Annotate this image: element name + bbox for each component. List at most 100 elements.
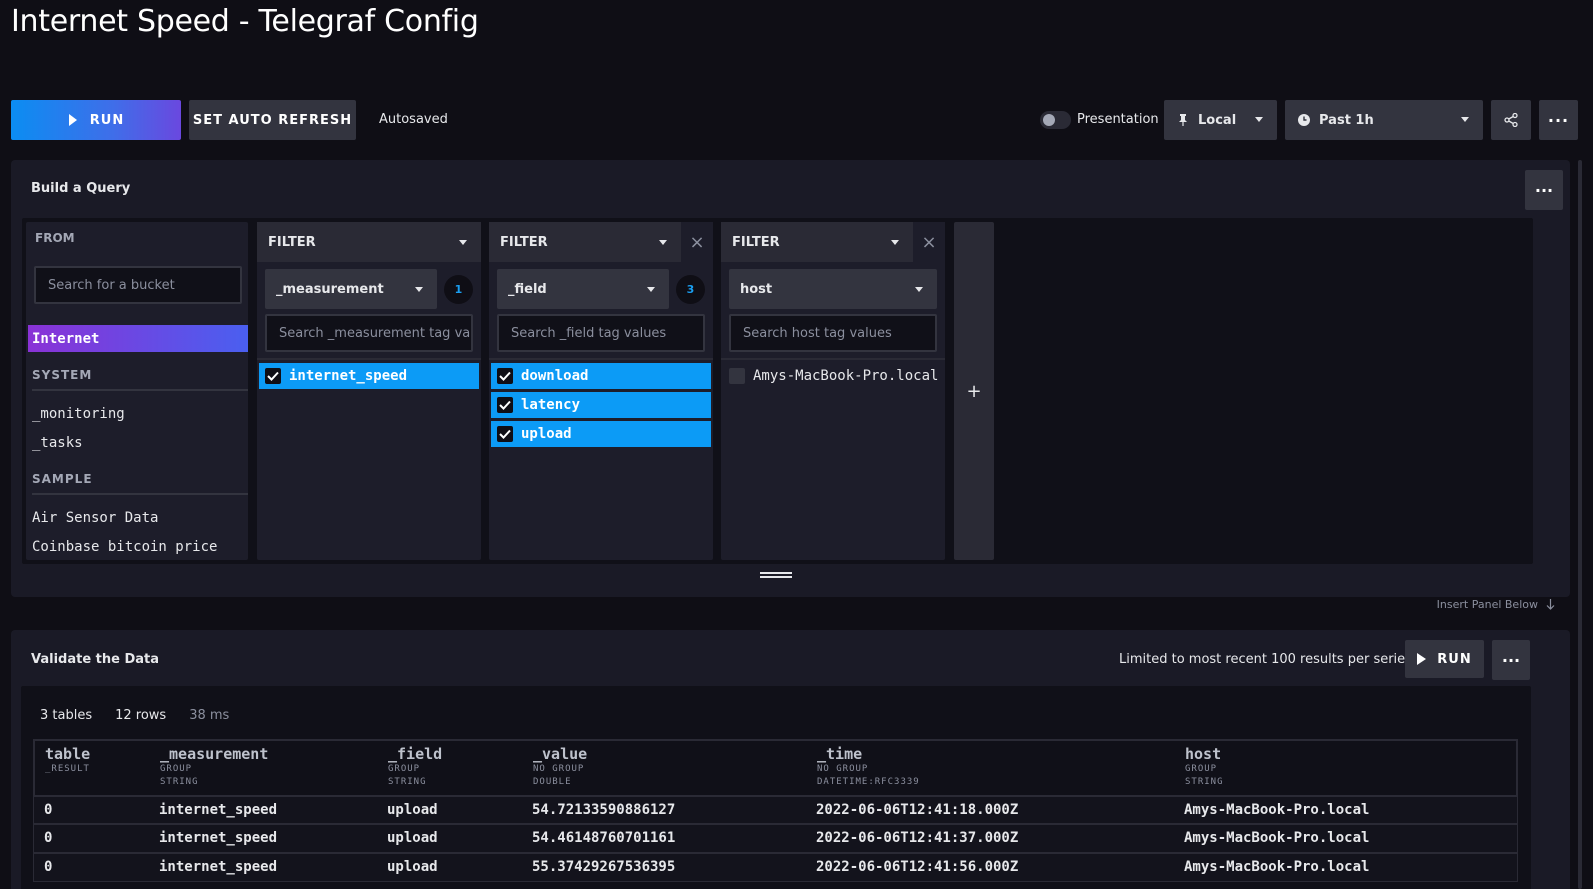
tables-count: 3 tables	[40, 708, 93, 723]
insert-panel-below-button[interactable]: Insert Panel Below	[1437, 598, 1555, 611]
remove-filter-button[interactable]: ×	[913, 222, 945, 262]
tag-value-item[interactable]: download	[491, 363, 711, 389]
column-header-time[interactable]: _time NO GROUP DATETIME:RFC3339	[817, 745, 920, 789]
table-cell: Amys-MacBook-Pro.local	[1184, 859, 1370, 875]
bucket-item[interactable]: _tasks	[28, 429, 248, 456]
filter-key-dropdown[interactable]: host	[729, 269, 937, 309]
column-header-table[interactable]: table _RESULT	[45, 745, 90, 776]
query-panel-more-button[interactable]: ···	[1525, 170, 1563, 210]
column-type: DOUBLE	[533, 777, 572, 787]
column-group: GROUP	[1185, 764, 1218, 774]
from-column: FROM Search for a bucket Internet SYSTEM…	[26, 222, 248, 560]
table-header: table _RESULT _measurement GROUP STRING …	[33, 739, 1518, 795]
table-cell: 54.46148760701161	[532, 830, 676, 846]
more-options-button[interactable]: ···	[1539, 100, 1578, 140]
filter-column-host: FILTER × host Search host tag values Amy…	[721, 222, 945, 560]
run-button[interactable]: RUN	[11, 100, 181, 140]
rows-count: 12 rows	[115, 708, 167, 723]
check-icon	[497, 426, 513, 442]
tag-value-label: internet_speed	[289, 368, 408, 384]
close-icon: ×	[689, 231, 705, 253]
validate-data-title: Validate the Data	[31, 652, 160, 667]
column-name: _time	[817, 745, 863, 763]
table-cell: 55.37429267536395	[532, 859, 676, 875]
build-query-panel: Build a Query ··· FROM Search for a buck…	[11, 160, 1570, 597]
clock-icon	[1298, 114, 1310, 126]
bucket-item[interactable]: Air Sensor Data	[28, 504, 248, 531]
limit-notice: Limited to most recent 100 results per s…	[1119, 652, 1412, 667]
more-dots-icon: ···	[1501, 650, 1521, 670]
timezone-dropdown[interactable]: Local	[1164, 100, 1277, 140]
validate-run-button[interactable]: RUN	[1405, 640, 1484, 678]
table-cell: internet_speed	[159, 802, 278, 818]
add-filter-button[interactable]: +	[954, 222, 994, 560]
filter-header-label: FILTER	[500, 234, 548, 250]
results-table: table _RESULT _measurement GROUP STRING …	[33, 739, 1518, 882]
column-header-value[interactable]: _value NO GROUP DOUBLE	[533, 745, 587, 789]
panel-resize-handle[interactable]	[760, 572, 792, 578]
filter-column-field: FILTER × _field 3 Search _field tag valu…	[489, 222, 713, 560]
filter-function-dropdown[interactable]: FILTER	[257, 222, 481, 262]
tag-value-label: upload	[521, 426, 572, 442]
filter-function-dropdown[interactable]: FILTER	[721, 222, 913, 262]
bucket-item[interactable]: _monitoring	[28, 400, 248, 427]
chevron-down-icon	[891, 240, 899, 245]
bucket-search-input[interactable]: Search for a bucket	[34, 266, 242, 304]
bucket-group-system: SYSTEM	[32, 368, 248, 391]
chevron-down-icon	[915, 287, 923, 292]
checkbox-unchecked-icon	[729, 368, 745, 384]
autosaved-status: Autosaved	[379, 112, 448, 127]
play-icon	[68, 114, 77, 126]
column-name: table	[45, 745, 91, 763]
table-cell: 0	[44, 802, 53, 818]
time-range-value: Past 1h	[1319, 112, 1374, 128]
table-row: 0 internet_speed upload 55.3742926753639…	[33, 853, 1518, 882]
presentation-toggle[interactable]	[1040, 111, 1071, 129]
chevron-down-icon	[647, 287, 655, 292]
share-button[interactable]	[1491, 100, 1531, 140]
filter-key-dropdown[interactable]: _measurement	[265, 269, 437, 309]
filter-function-dropdown[interactable]: FILTER	[489, 222, 681, 262]
check-icon	[497, 397, 513, 413]
tag-value-item[interactable]: internet_speed	[259, 363, 479, 389]
column-name: _value	[533, 745, 588, 763]
filter-key-dropdown[interactable]: _field	[497, 269, 669, 309]
table-cell: Amys-MacBook-Pro.local	[1184, 830, 1370, 846]
table-row: 0 internet_speed upload 54.7213359088612…	[33, 795, 1518, 824]
tag-value-item[interactable]: upload	[491, 421, 711, 447]
timezone-value: Local	[1198, 112, 1237, 128]
more-dots-icon: ···	[1547, 110, 1570, 130]
column-type: DATETIME:RFC3339	[817, 777, 920, 787]
close-icon: ×	[921, 231, 937, 253]
plus-icon: +	[966, 380, 982, 402]
column-header-field[interactable]: _field GROUP STRING	[388, 745, 442, 789]
bucket-item[interactable]: Coinbase bitcoin price	[28, 533, 248, 560]
bucket-group-sample: SAMPLE	[32, 472, 248, 495]
tag-value-item[interactable]: Amys-MacBook-Pro.local	[723, 363, 943, 389]
play-icon	[1417, 653, 1427, 665]
results-view: 3 tables 12 rows 38 ms table _RESULT _me…	[21, 686, 1531, 889]
filter-key-value: _field	[508, 281, 547, 297]
page-scrollbar[interactable]	[1578, 160, 1582, 889]
column-type: STRING	[1185, 777, 1224, 787]
time-range-dropdown[interactable]: Past 1h	[1285, 100, 1483, 140]
toolbar: RUN SET AUTO REFRESH Autosaved Presentat…	[11, 100, 1578, 140]
column-header-host[interactable]: host GROUP STRING	[1185, 745, 1224, 789]
tag-value-item[interactable]: latency	[491, 392, 711, 418]
tag-values-search-input[interactable]: Search host tag values	[729, 314, 937, 352]
table-cell: Amys-MacBook-Pro.local	[1184, 802, 1370, 818]
remove-filter-button[interactable]: ×	[681, 222, 713, 262]
tag-values-search-input[interactable]: Search _field tag values	[497, 314, 705, 352]
chevron-down-icon	[1255, 117, 1263, 122]
table-cell: 54.72133590886127	[532, 802, 676, 818]
bucket-item-internet[interactable]: Internet	[28, 325, 248, 352]
tag-values-search-input[interactable]: Search _measurement tag va	[265, 314, 473, 352]
build-query-title: Build a Query	[31, 181, 131, 196]
column-header-measurement[interactable]: _measurement GROUP STRING	[160, 745, 268, 789]
column-name: _field	[388, 745, 443, 763]
column-name: _measurement	[160, 745, 269, 763]
validate-panel-more-button[interactable]: ···	[1492, 640, 1530, 680]
column-group: _RESULT	[45, 764, 90, 774]
column-group: GROUP	[388, 764, 421, 774]
set-auto-refresh-button[interactable]: SET AUTO REFRESH	[189, 100, 356, 140]
